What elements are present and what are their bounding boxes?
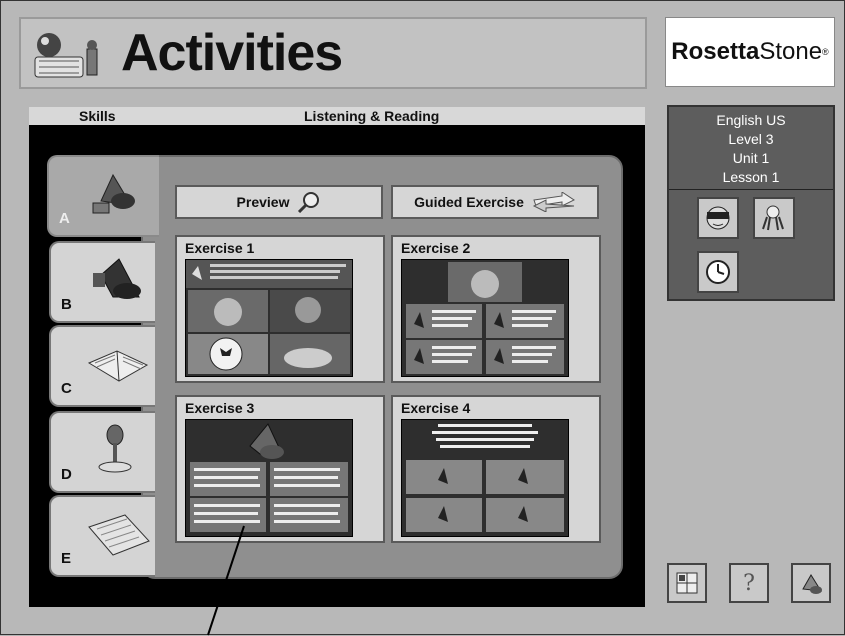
face-button[interactable] [697,197,739,239]
exercise-3-thumbnail [185,419,353,537]
logo-bold: Rosetta [671,38,760,65]
exercise-2-card[interactable]: Exercise 2 [391,235,601,383]
exercise-1-thumbnail [185,259,353,377]
hand-icon [762,205,784,231]
tab-a-letter: A [59,210,70,227]
course-level: Level 3 [728,131,774,147]
exercise-4-card[interactable]: Exercise 4 [391,395,601,543]
exercise-3-card[interactable]: Exercise 3 [175,395,385,543]
face-icon [706,206,730,230]
book-icon [87,350,149,382]
help-icon: ? [743,570,755,596]
app-window: Activities Rosetta Stone ® Skills Listenin… [0,0,845,636]
speaker-icon [93,258,141,299]
tab-d-letter: D [61,466,72,483]
exercise-2-thumbnail [401,259,569,377]
exercise-1-card[interactable]: Exercise 1 [175,235,385,383]
course-info: English US Level 3 Unit 1 Lesson 1 [669,111,833,187]
exercise-4-title: Exercise 4 [401,400,471,416]
exercise-2-title: Exercise 2 [401,240,471,256]
preview-button[interactable]: Preview [175,185,383,219]
course-lesson: Lesson 1 [722,169,780,185]
magnifier-icon [298,192,320,213]
exercise-3-title: Exercise 3 [185,400,255,416]
tab-b-letter: B [61,296,72,313]
header-strip: Skills Listening & Reading [29,107,645,126]
arrows-icon [532,192,575,212]
speaker-button[interactable] [791,563,831,603]
info-divider [669,189,833,190]
help-button[interactable]: ? [729,563,769,603]
speaker-icon [802,574,822,594]
tab-e-letter: E [61,550,72,567]
rosetta-stone-logo: Rosetta Stone ® [665,17,835,87]
keyboard-icon [88,514,150,556]
tab-c[interactable]: C [49,325,155,407]
skills-label: Skills [79,108,116,124]
tab-b[interactable]: B [49,241,155,323]
microphone-icon [98,424,132,473]
guided-exercise-label: Guided Exercise [414,194,524,210]
course-language: English US [716,112,786,128]
tab-c-letter: C [61,380,72,397]
exercise-1-title: Exercise 1 [185,240,255,256]
exercise-4-thumbnail [401,419,569,537]
module-label: Listening & Reading [304,108,440,124]
course-info-panel: English US Level 3 Unit 1 Lesson 1 [667,105,835,301]
course-unit: Unit 1 [732,150,770,166]
title-bar: Activities [19,17,647,89]
clock-button[interactable] [697,251,739,293]
hand-button[interactable] [753,197,795,239]
clock-icon [706,260,730,284]
grid-button[interactable] [667,563,707,603]
tab-d[interactable]: D [49,411,155,493]
speaker-icon [92,173,135,214]
page-title: Activities [121,24,343,82]
logo-mark: ® [822,47,829,57]
activities-icon [34,33,98,78]
tab-a[interactable]: A [47,155,159,237]
guided-exercise-button[interactable]: Guided Exercise [391,185,599,219]
preview-label: Preview [236,194,290,210]
logo-regular: Stone [759,38,823,65]
grid-icon [676,572,698,594]
tab-e[interactable]: E [49,495,155,577]
